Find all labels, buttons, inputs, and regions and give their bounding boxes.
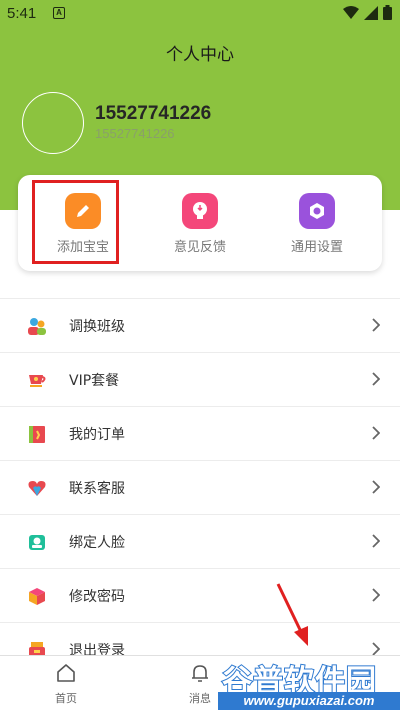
menu-item-customer-service[interactable]: 联系客服 — [0, 461, 400, 515]
menu-item-label: 绑定人脸 — [69, 535, 125, 551]
avatar[interactable] — [22, 92, 84, 154]
page-title: 个人中心 — [166, 45, 234, 65]
order-book-icon — [29, 426, 45, 443]
user-name: 15527741226 — [95, 103, 212, 124]
general-settings-label: 通用设置 — [290, 240, 343, 255]
menu-item-switch-class[interactable]: 调换班级 — [0, 299, 400, 353]
chevron-right-icon — [372, 318, 380, 332]
watermark-logo: 谷普软件园 www.gupuxiazai.com — [218, 656, 400, 711]
bell-icon — [192, 665, 208, 682]
cup-icon — [29, 375, 46, 387]
nav-home[interactable]: 首页 — [36, 662, 96, 706]
menu-item-change-password[interactable]: 修改密码 — [0, 569, 400, 623]
home-icon — [57, 664, 75, 682]
feedback-label: 意见反馈 — [173, 240, 226, 255]
notification-icon: A — [53, 7, 65, 19]
menu-item-label: 修改密码 — [69, 589, 125, 605]
highlight-box — [32, 180, 119, 264]
nav-home-label: 首页 — [55, 692, 77, 705]
menu-item-my-orders[interactable]: 我的订单 — [0, 407, 400, 461]
lightbulb-icon — [182, 193, 218, 229]
menu-item-label: 联系客服 — [69, 481, 125, 497]
wifi-icon — [343, 5, 359, 19]
chevron-right-icon — [372, 372, 380, 386]
menu-item-label: VIP套餐 — [69, 373, 120, 389]
chevron-right-icon — [372, 534, 380, 548]
menu-item-label: 调换班级 — [69, 319, 125, 335]
password-box-icon — [29, 588, 45, 605]
watermark-url: www.gupuxiazai.com — [218, 692, 400, 710]
settings-icon — [299, 193, 335, 229]
menu-item-vip[interactable]: VIP套餐 — [0, 353, 400, 407]
menu-item-bind-face[interactable]: 绑定人脸 — [0, 515, 400, 569]
chevron-right-icon — [372, 642, 380, 656]
people-icon — [28, 318, 46, 335]
signal-icon — [364, 5, 378, 20]
chevron-right-icon — [372, 426, 380, 440]
general-settings-button[interactable]: 通用设置 — [267, 193, 367, 255]
status-bar: 5:41 A — [0, 0, 400, 26]
menu-item-label: 我的订单 — [69, 427, 125, 443]
face-bind-icon — [29, 535, 45, 550]
red-arrow-annotation — [276, 583, 308, 646]
chevron-right-icon — [372, 588, 380, 602]
heart-service-icon — [28, 481, 46, 496]
chevron-right-icon — [372, 480, 380, 494]
settings-menu: 调换班级 VIP套餐 我的订单 联系客服 绑定人脸 修改密码 退出登录 — [0, 298, 400, 677]
battery-icon — [383, 5, 392, 20]
user-subtitle: 15527741226 — [95, 126, 175, 141]
feedback-button[interactable]: 意见反馈 — [150, 193, 250, 255]
status-time: 5:41 — [7, 5, 37, 22]
